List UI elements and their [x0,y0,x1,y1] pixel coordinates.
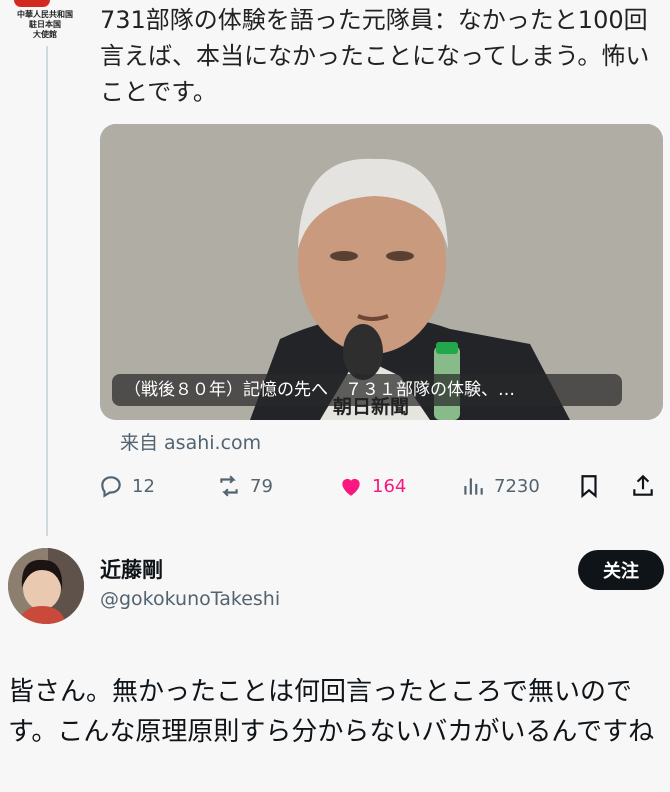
tweet-actions: 12 79 164 7230 [98,468,664,504]
reply-display-name[interactable]: 近藤剛 [100,554,163,584]
video-watermark: 朝日新聞 [333,396,410,418]
retweet-icon [220,475,238,497]
thread-line [46,46,48,536]
reply-button[interactable]: 12 [98,468,155,504]
tweet-text: 731部隊の体験を語った元隊員：なかったと100回言えば、本当になかったことにな… [100,6,650,106]
share-icon [633,474,653,496]
avatar-image [8,548,84,624]
like-button[interactable]: 164 [338,468,406,504]
views-count: 7230 [494,475,540,497]
retweet-button[interactable]: 79 [216,468,273,504]
heart-icon [342,478,360,496]
avatar[interactable] [8,548,84,624]
logo-line: 大使館 [33,30,57,39]
logo-emblem [14,0,50,7]
reply-header: 近藤剛 @gokokunoTakeshi 关注 [8,548,664,628]
source-link[interactable]: 来自 asahi.com [120,428,261,455]
share-button[interactable] [630,468,656,504]
reply-count: 12 [132,475,155,497]
logo-line: 中華人民共和国 [17,10,73,19]
reply-icon [101,476,121,498]
logo-line: 駐日本国 [29,20,61,29]
views-button[interactable]: 7230 [460,468,540,504]
bookmark-button[interactable] [576,468,602,504]
retweet-count: 79 [250,475,273,497]
reply-text: 皆さん。無かったことは何回言ったところで無いのです。こんな原理原則すら分からない… [8,677,655,747]
like-count: 164 [372,475,407,497]
follow-button[interactable]: 关注 [578,550,664,590]
reply-handle[interactable]: @gokokunoTakeshi [100,588,280,610]
views-icon [464,478,483,495]
account-avatar-logo[interactable]: 中華人民共和国 駐日本国 大使館 [8,0,82,44]
logo-text: 中華人民共和国 駐日本国 大使館 [8,10,82,40]
bookmark-icon [581,475,597,499]
